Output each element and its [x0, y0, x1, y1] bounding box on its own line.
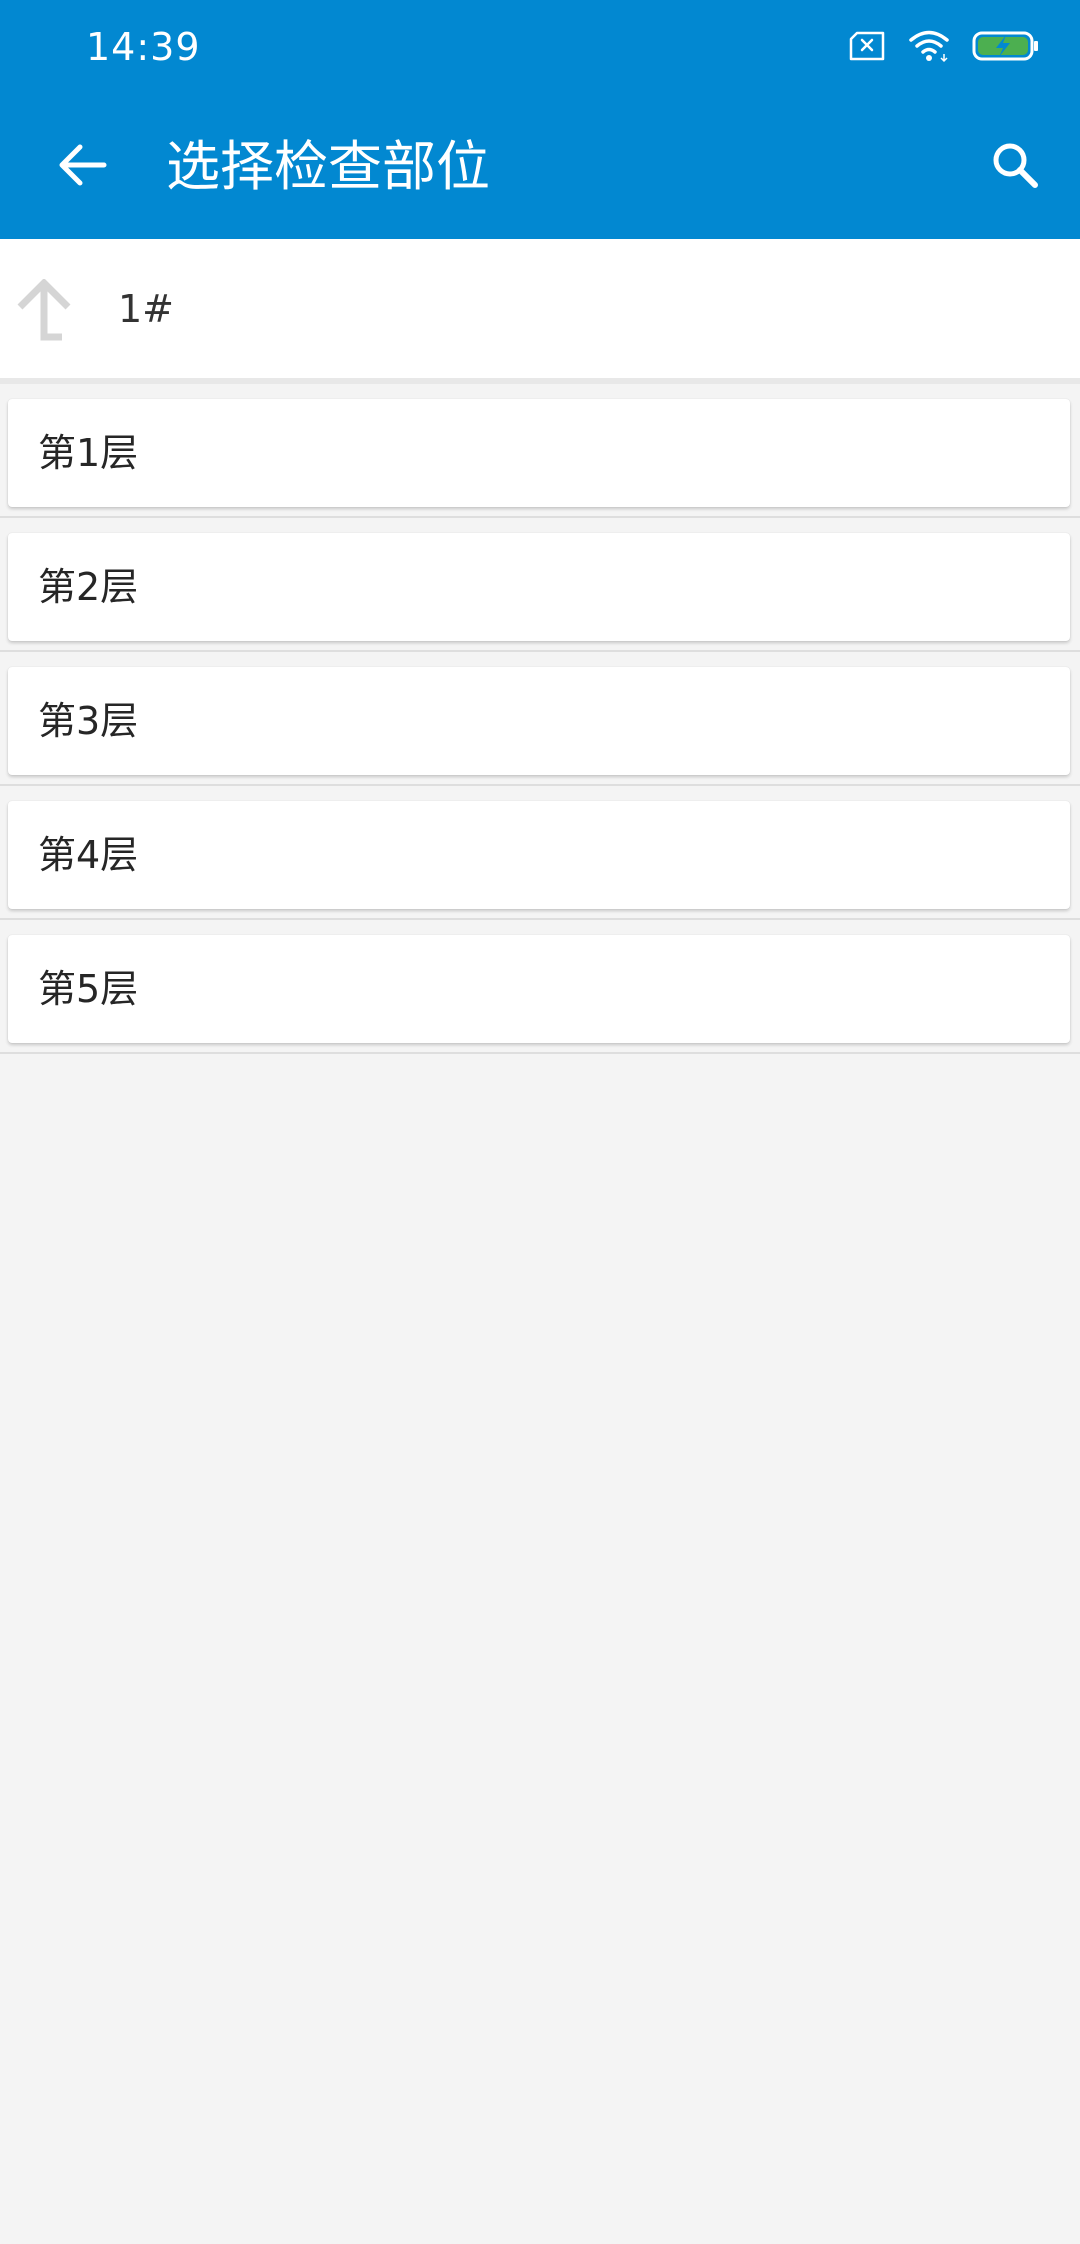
- list-item: 第2层: [0, 518, 1080, 652]
- parent-level-row[interactable]: 1#: [0, 239, 1080, 384]
- back-button[interactable]: [40, 124, 126, 210]
- status-bar: 14:39: [0, 0, 1080, 96]
- floor-list: 第1层 第2层 第3层 第4层 第5层: [0, 384, 1080, 1054]
- level-up-icon[interactable]: [14, 278, 74, 343]
- floor-card-1[interactable]: 第1层: [8, 399, 1070, 507]
- status-time: 14:39: [86, 25, 201, 69]
- floor-label: 第4层: [38, 833, 139, 877]
- search-button[interactable]: [972, 124, 1058, 210]
- floor-card-5[interactable]: 第5层: [8, 935, 1070, 1043]
- battery-charging-icon: [972, 30, 1040, 66]
- floor-label: 第1层: [38, 431, 139, 475]
- wifi-icon: [908, 29, 950, 67]
- floor-label: 第5层: [38, 967, 139, 1011]
- list-item: 第3层: [0, 652, 1080, 786]
- sim-error-icon: [848, 31, 886, 65]
- list-item: 第5层: [0, 920, 1080, 1054]
- parent-level-label: 1#: [118, 287, 175, 331]
- status-icons: [848, 26, 1040, 70]
- search-icon: [990, 140, 1040, 194]
- floor-card-4[interactable]: 第4层: [8, 801, 1070, 909]
- app-bar: 选择检查部位: [0, 96, 1080, 239]
- list-item: 第4层: [0, 786, 1080, 920]
- floor-card-2[interactable]: 第2层: [8, 533, 1070, 641]
- floor-card-3[interactable]: 第3层: [8, 667, 1070, 775]
- app-screen: 14:39 选择检查部位 1# 第1层 第2层 第3层 第4层 第5层: [0, 0, 1080, 2244]
- floor-label: 第3层: [38, 699, 139, 743]
- arrow-left-icon: [58, 143, 108, 191]
- list-item: 第1层: [0, 384, 1080, 518]
- page-title: 选择检查部位: [166, 135, 490, 198]
- floor-label: 第2层: [38, 565, 139, 609]
